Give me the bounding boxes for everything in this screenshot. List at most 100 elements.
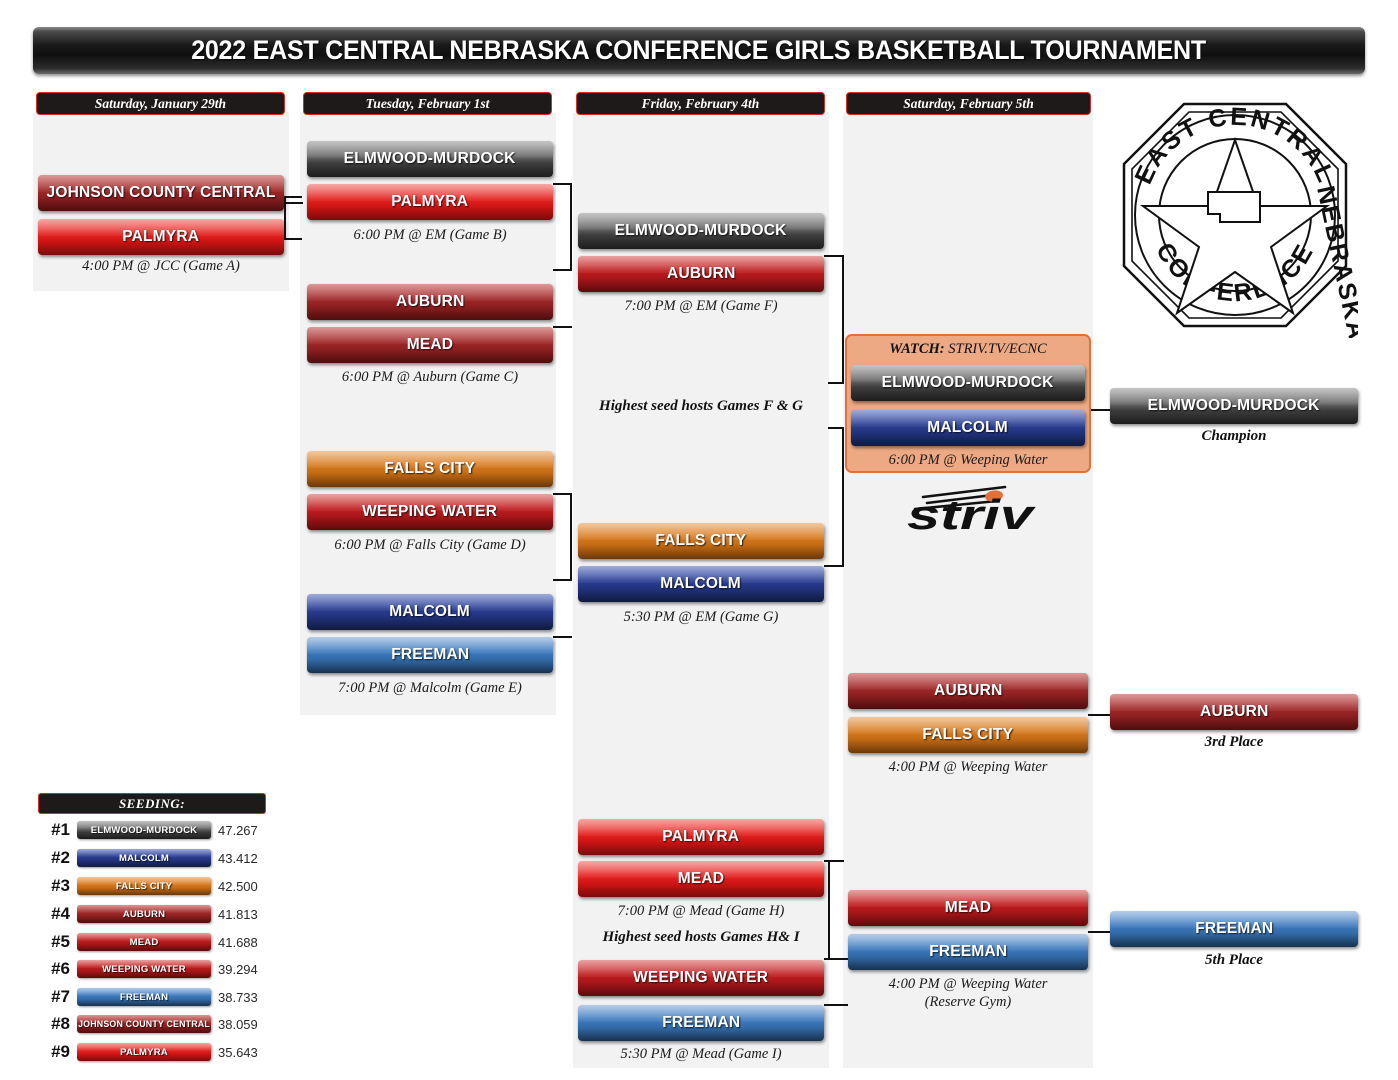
fifth-place-caption-line1: 4:00 PM @ Weeping Water — [888, 976, 1048, 992]
seeding-row: #4 AUBURN 41.813 — [38, 902, 266, 926]
team-slot-third-place-2[interactable]: FALLS CITY — [848, 717, 1088, 753]
connector-c-out — [553, 326, 572, 328]
seed-team-bar[interactable]: JOHNSON COUNTY CENTRAL — [77, 1015, 211, 1033]
seed-rating: 43.412 — [218, 850, 258, 866]
watch-prefix: WATCH: — [889, 341, 945, 357]
seeding-row: #1 ELMWOOD-MURDOCK 47.267 — [38, 818, 266, 842]
seeding-row: #2 MALCOLM 43.412 — [38, 846, 266, 870]
team-name: WEEPING WATER — [633, 969, 769, 986]
seed-team-bar[interactable]: ELMWOOD-MURDOCK — [77, 821, 211, 839]
date-header-round-2: Tuesday, February 1st — [303, 92, 552, 115]
connector-d-in — [553, 579, 572, 581]
team-slot-game-c-2[interactable]: MEAD — [307, 327, 553, 363]
team-name: WEEPING WATER — [102, 963, 186, 975]
seed-rating: 38.733 — [218, 989, 258, 1005]
team-slot-game-i-2[interactable]: FREEMAN — [578, 1005, 824, 1041]
seed-team-bar[interactable]: FALLS CITY — [77, 877, 211, 895]
team-name: MALCOLM — [119, 852, 169, 864]
seed-rating: 42.500 — [218, 878, 258, 894]
game-e-caption: 7:00 PM @ Malcolm (Game E) — [338, 680, 522, 696]
fifth-place-result[interactable]: FREEMAN — [1110, 911, 1358, 947]
team-name: PALMYRA — [120, 1046, 168, 1058]
champion-label: Champion — [1201, 428, 1267, 444]
connector-a-in — [284, 238, 302, 240]
game-g-caption: 5:30 PM @ EM (Game G) — [623, 609, 779, 625]
connector-e-out — [553, 636, 572, 638]
date-header-round-1: Saturday, January 29th — [36, 92, 285, 115]
connector-g-vert — [842, 429, 844, 567]
team-name: ELMWOOD-MURDOCK — [1148, 397, 1320, 414]
connector-g-in — [828, 427, 844, 429]
date-header-round-4: Saturday, February 5th — [846, 92, 1091, 115]
team-slot-game-a-2[interactable]: PALMYRA — [38, 219, 284, 255]
seed-team-bar[interactable]: WEEPING WATER — [77, 960, 211, 978]
team-slot-game-g-1[interactable]: FALLS CITY — [578, 523, 824, 559]
team-slot-game-b-2[interactable]: PALMYRA — [307, 184, 553, 220]
seed-number: #4 — [51, 904, 70, 923]
team-name: JOHNSON COUNTY CENTRAL — [78, 1019, 210, 1029]
connector-f-vert — [842, 255, 844, 384]
team-slot-game-d-1[interactable]: FALLS CITY — [307, 451, 553, 487]
team-slot-game-a-1[interactable]: JOHNSON COUNTY CENTRAL — [38, 175, 284, 211]
team-slot-game-i-1[interactable]: WEEPING WATER — [578, 960, 824, 996]
team-slot-game-b-1[interactable]: ELMWOOD-MURDOCK — [307, 141, 553, 177]
seed-team-bar[interactable]: MEAD — [77, 933, 211, 951]
third-place-result[interactable]: AUBURN — [1110, 694, 1358, 730]
team-slot-game-f-1[interactable]: ELMWOOD-MURDOCK — [578, 213, 824, 249]
team-name: ELMWOOD-MURDOCK — [344, 150, 516, 167]
team-name: FALLS CITY — [384, 460, 476, 477]
team-slot-game-e-2[interactable]: FREEMAN — [307, 637, 553, 673]
team-slot-game-h-2[interactable]: MEAD — [578, 861, 824, 897]
date-header-round-3: Friday, February 4th — [576, 92, 825, 115]
third-place-label: 3rd Place — [1204, 734, 1264, 750]
seed-team-bar[interactable]: AUBURN — [77, 905, 211, 923]
team-slot-game-f-2[interactable]: AUBURN — [578, 256, 824, 292]
note-highest-seed-hi: Highest seed hosts Games H& I — [602, 929, 800, 945]
seed-rating: 38.059 — [218, 1016, 258, 1032]
seed-team-bar[interactable]: MALCOLM — [77, 849, 211, 867]
connector-f-in — [828, 382, 844, 384]
team-slot-championship-1[interactable]: ELMWOOD-MURDOCK — [851, 365, 1085, 401]
team-slot-game-d-2[interactable]: WEEPING WATER — [307, 494, 553, 530]
page-title: 2022 EAST CENTRAL NEBRASKA CONFERENCE GI… — [191, 35, 1207, 65]
seed-rating: 41.813 — [218, 906, 258, 922]
team-slot-game-g-2[interactable]: MALCOLM — [578, 566, 824, 602]
fifth-place-label: 5th Place — [1205, 952, 1263, 968]
game-d-caption: 6:00 PM @ Falls City (Game D) — [334, 537, 526, 553]
seed-team-bar[interactable]: FREEMAN — [77, 988, 211, 1006]
team-slot-third-place-1[interactable]: AUBURN — [848, 673, 1088, 709]
connector-h-out — [824, 860, 844, 862]
team-slot-fifth-place-1[interactable]: MEAD — [848, 890, 1088, 926]
team-slot-championship-2[interactable]: MALCOLM — [851, 410, 1085, 446]
connector-g-out — [824, 565, 844, 567]
connector-d-vert — [570, 493, 572, 581]
connector-b-in — [553, 269, 572, 271]
team-slot-game-c-1[interactable]: AUBURN — [307, 284, 553, 320]
seed-rating: 41.688 — [218, 934, 258, 950]
date-label: Friday, February 4th — [641, 95, 760, 111]
team-name: FALLS CITY — [922, 726, 1014, 743]
team-slot-fifth-place-2[interactable]: FREEMAN — [848, 934, 1088, 970]
seed-number: #6 — [51, 959, 70, 978]
striv-wordmark: striv — [907, 491, 1037, 533]
connector-b-vert — [570, 183, 572, 271]
team-name: PALMYRA — [122, 228, 200, 245]
seed-rating: 47.267 — [218, 822, 258, 838]
seeding-row: #3 FALLS CITY 42.500 — [38, 874, 266, 898]
game-i-caption: 5:30 PM @ Mead (Game I) — [620, 1046, 782, 1062]
seed-number: #3 — [51, 876, 70, 895]
team-slot-game-h-1[interactable]: PALMYRA — [578, 819, 824, 855]
team-name: MEAD — [677, 870, 725, 887]
champion-team[interactable]: ELMWOOD-MURDOCK — [1110, 388, 1358, 424]
seeding-row: #8 JOHNSON COUNTY CENTRAL 38.059 — [38, 1012, 266, 1036]
seed-number: #9 — [51, 1042, 70, 1061]
game-h-caption: 7:00 PM @ Mead (Game H) — [617, 903, 785, 919]
team-slot-game-e-1[interactable]: MALCOLM — [307, 594, 553, 630]
seed-number: #5 — [51, 932, 70, 951]
seed-number: #7 — [51, 987, 70, 1006]
watch-url[interactable]: STRIV.TV/ECNC — [948, 341, 1046, 357]
seed-team-bar[interactable]: PALMYRA — [77, 1043, 211, 1061]
team-name: MEAD — [129, 936, 159, 948]
page-title-bar: 2022 EAST CENTRAL NEBRASKA CONFERENCE GI… — [33, 27, 1365, 74]
connector-a-out — [284, 196, 302, 198]
